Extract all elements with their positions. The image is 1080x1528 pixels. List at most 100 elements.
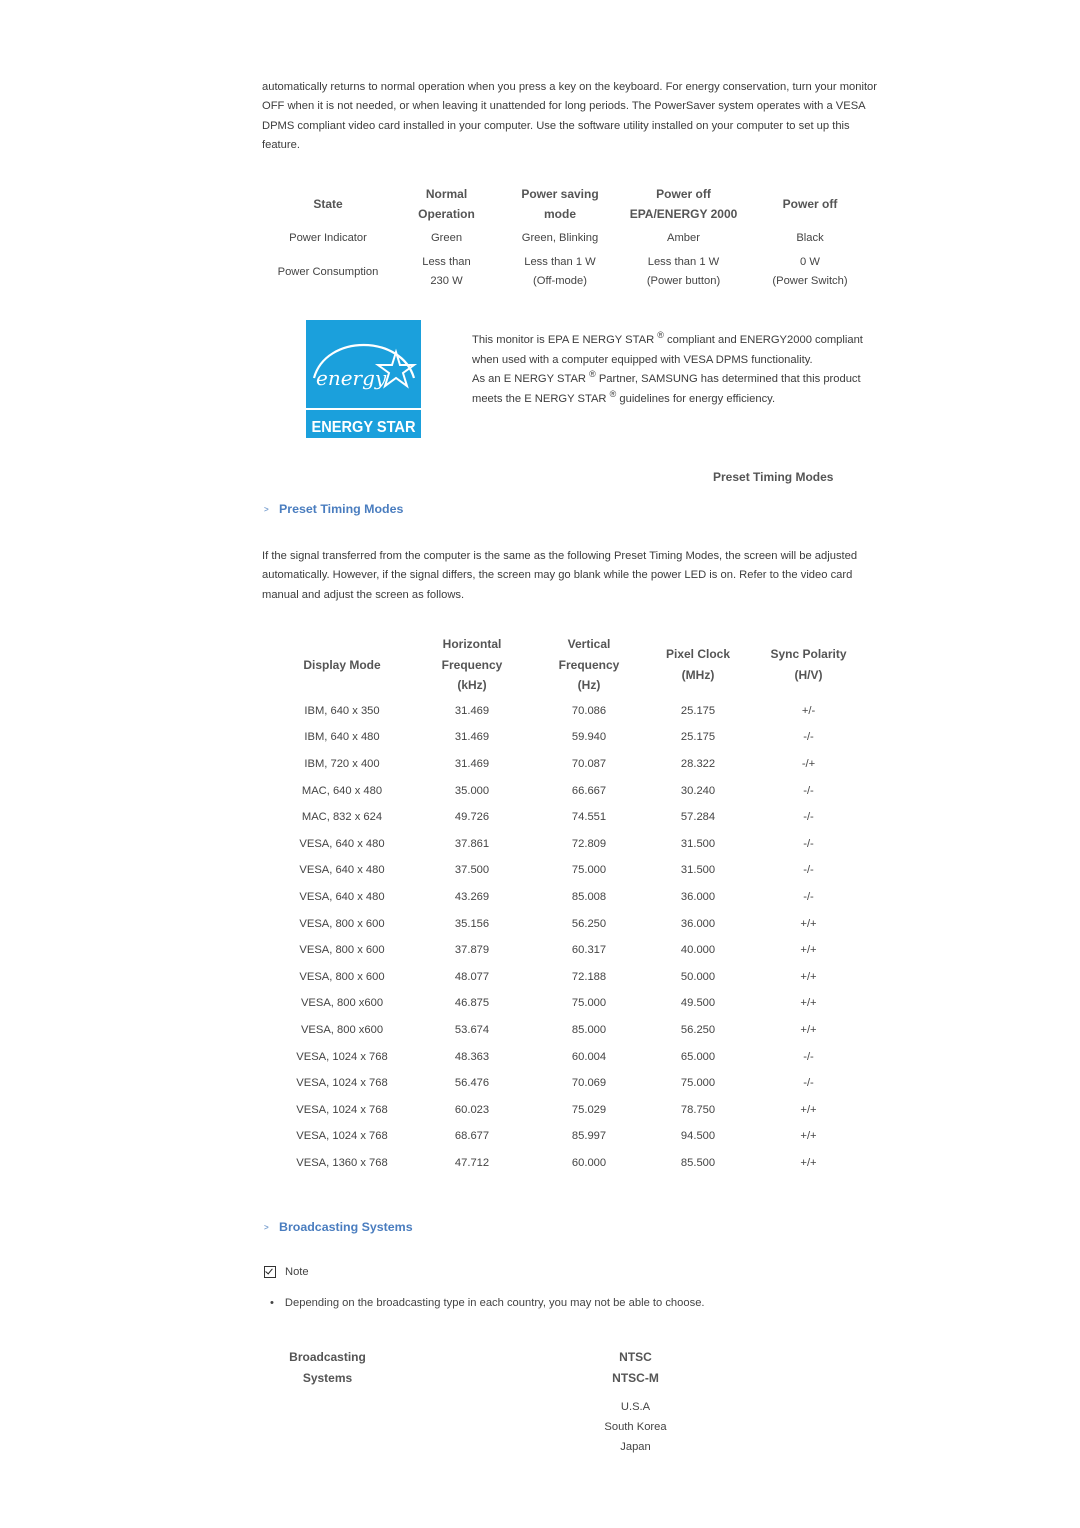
table-cell: MAC, 832 x 624: [301, 811, 383, 824]
section-preset-timing-heading[interactable]: > Preset Timing Modes: [264, 502, 403, 516]
energy-star-description: This monitor is EPA E NERGY STAR ® compl…: [472, 331, 872, 409]
header-line: Sync Polarity: [770, 647, 847, 662]
table-cell: 75.000: [571, 864, 607, 877]
table-cell: 85.997: [571, 1130, 607, 1143]
broadcasting-systems-label: Broadcasting Systems: [270, 1347, 385, 1389]
header-line: Pixel Clock: [665, 647, 731, 662]
country-list: U.S.A South Korea Japan: [578, 1398, 693, 1457]
cell: Black: [796, 232, 824, 244]
table-row: VESA, 800 x 600 37.879 60.317 40.000 +/+: [283, 937, 856, 964]
timing-header-cell: Horizontal Frequency (kHz): [401, 634, 543, 696]
table-cell: -/+: [801, 757, 816, 770]
country: South Korea: [604, 1420, 667, 1433]
table-cell: +/+: [800, 997, 817, 1010]
table-cell: 49.500: [680, 997, 716, 1010]
table-cell: 65.000: [680, 1050, 716, 1063]
table-cell: 36.000: [680, 917, 716, 930]
table-cell: -/-: [803, 731, 814, 744]
ntsc-m-header: NTSC-M: [612, 1371, 659, 1385]
table-cell: -/-: [803, 890, 814, 903]
country: Japan: [620, 1440, 651, 1453]
table-cell: +/+: [800, 1130, 817, 1143]
preset-timing-table: Display Mode Horizontal Frequency (kHz) Vert…: [283, 634, 856, 1176]
power-table-header-row: State Normal Operation Power saving mode P…: [262, 184, 874, 224]
cell: Less than 1 W (Off-mode): [524, 256, 596, 287]
energy-star-logo: energy ENERGY STAR: [306, 320, 421, 438]
table-cell: 47.712: [454, 1156, 490, 1169]
table-row: IBM, 640 x 480 31.469 59.940 25.175 -/-: [283, 724, 856, 751]
timing-header-cell: Vertical Frequency (Hz): [543, 634, 635, 696]
power-row-indicator: Power Indicator Green Green, Blinking Am…: [262, 224, 874, 253]
note-bullet: • Depending on the broadcasting type in e…: [270, 1297, 705, 1309]
table-row: VESA, 1024 x 768 68.677 85.997 94.500 +/+: [283, 1123, 856, 1150]
power-row-consumption: Power Consumption Less than 230 W Less th…: [262, 253, 874, 291]
header-line: (Hz): [577, 678, 601, 692]
table-cell: 56.250: [571, 917, 607, 930]
table-cell: VESA, 1024 x 768: [296, 1130, 388, 1143]
table-cell: IBM, 640 x 480: [304, 731, 380, 744]
header-line: (H/V): [794, 667, 823, 682]
table-row: VESA, 640 x 480 37.861 72.809 31.500 -/-: [283, 830, 856, 857]
table-cell: 60.000: [571, 1156, 607, 1169]
table-cell: VESA, 1024 x 768: [296, 1050, 388, 1063]
table-cell: 85.500: [680, 1156, 716, 1169]
table-cell: 66.667: [571, 784, 607, 797]
cell: Less than 230 W: [422, 256, 471, 287]
table-cell: VESA, 800 x 600: [299, 970, 385, 983]
table-cell: VESA, 1024 x 768: [296, 1077, 388, 1090]
country: U.S.A: [620, 1401, 651, 1413]
bullet-text: Depending on the broadcasting type in ea…: [284, 1297, 705, 1309]
table-cell: VESA, 1024 x 768: [296, 1103, 388, 1116]
table-row: VESA, 800 x600 53.674 85.000 56.250 +/+: [283, 1017, 856, 1044]
table-cell: 31.500: [680, 837, 716, 850]
table-cell: 50.000: [680, 970, 716, 983]
table-cell: -/-: [803, 784, 814, 797]
table-cell: VESA, 800 x600: [300, 1023, 384, 1036]
table-cell: 85.000: [571, 1023, 607, 1036]
section-broadcasting-heading[interactable]: > Broadcasting Systems: [264, 1220, 413, 1234]
power-header-state: State: [313, 197, 343, 211]
power-header-off: Power off: [782, 197, 838, 211]
table-row: VESA, 800 x 600 48.077 72.188 50.000 +/+: [283, 963, 856, 990]
table-cell: 85.008: [571, 890, 607, 903]
chevron-right-icon: >: [264, 504, 269, 514]
bullet-icon: •: [270, 1297, 274, 1309]
table-cell: VESA, 800 x 600: [299, 917, 385, 930]
energy-star-icon: energy ENERGY STAR: [306, 320, 421, 438]
table-cell: -/-: [803, 864, 814, 877]
table-cell: VESA, 800 x600: [300, 997, 384, 1010]
header-line: (MHz): [681, 667, 715, 682]
table-cell: 43.269: [454, 890, 490, 903]
ntsc-column: NTSC NTSC-M U.S.A South Korea Japan: [578, 1347, 693, 1457]
checkbox-note-icon: [264, 1266, 276, 1278]
table-cell: 60.004: [571, 1050, 607, 1063]
table-cell: 60.023: [454, 1103, 490, 1116]
power-header-off-epa: Power off EPA/ENERGY 2000: [629, 187, 738, 221]
timing-header-cell: Sync Polarity (H/V): [761, 634, 856, 696]
table-row: IBM, 640 x 350 31.469 70.086 25.175 +/-: [283, 696, 856, 725]
table-cell: +/-: [801, 704, 816, 717]
table-cell: -/-: [803, 1050, 814, 1063]
table-cell: 78.750: [680, 1103, 716, 1116]
table-cell: 30.240: [680, 784, 716, 797]
table-cell: 74.551: [571, 811, 607, 824]
table-cell: 31.469: [454, 704, 490, 717]
section-title: Preset Timing Modes: [279, 502, 404, 516]
table-cell: 72.809: [571, 837, 607, 850]
table-cell: VESA, 640 x 480: [299, 837, 385, 850]
cell: Amber: [667, 232, 700, 244]
table-cell: 75.000: [571, 997, 607, 1010]
timing-header-cell: Pixel Clock (MHz): [635, 634, 761, 696]
table-cell: 25.175: [680, 731, 716, 744]
cell: Less than 1 W (Power button): [646, 256, 721, 287]
cell: 0 W (Power Switch): [772, 256, 848, 287]
table-cell: 31.500: [680, 864, 716, 877]
table-cell: 72.188: [571, 970, 607, 983]
table-cell: VESA, 640 x 480: [299, 864, 385, 877]
power-management-table: State Normal Operation Power saving mode P…: [262, 184, 874, 291]
table-cell: -/-: [803, 837, 814, 850]
note-label: Note: [285, 1266, 309, 1278]
table-cell: 57.284: [680, 811, 716, 824]
table-cell: 75.029: [571, 1103, 607, 1116]
table-row: VESA, 640 x 480 43.269 85.008 36.000 -/-: [283, 884, 856, 911]
